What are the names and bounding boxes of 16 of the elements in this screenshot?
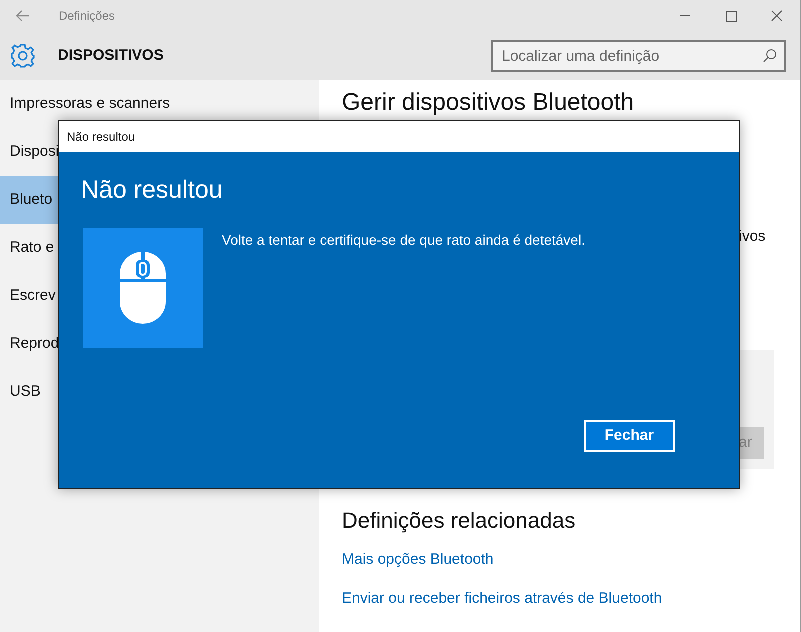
body-text: ivos	[739, 227, 767, 247]
close-button[interactable]: Fechar	[584, 420, 675, 452]
gear-icon	[10, 43, 36, 69]
link[interactable]: Mais opções Bluetooth	[342, 550, 494, 570]
section-heading: Definições relacionadas	[342, 507, 577, 535]
link[interactable]: Enviar ou receber ficheiros através de Bluetooth	[342, 589, 662, 609]
dialog-title: Não resultou	[67, 128, 136, 146]
search-field[interactable]: Localizar uma definição	[491, 40, 786, 72]
window-title: Definições	[59, 8, 116, 25]
dialog-message: Volte a tentar e certifique-se de que rato ainda é detetável.	[222, 231, 586, 250]
mouse-icon	[120, 252, 166, 324]
back-arrow-icon[interactable]	[16, 10, 30, 22]
section-heading: Gerir dispositivos Bluetooth	[342, 90, 636, 116]
dialog-heading: Não resultou	[81, 175, 224, 206]
search-icon[interactable]	[763, 49, 777, 63]
page-title: DISPOSITIVOS	[58, 46, 164, 66]
